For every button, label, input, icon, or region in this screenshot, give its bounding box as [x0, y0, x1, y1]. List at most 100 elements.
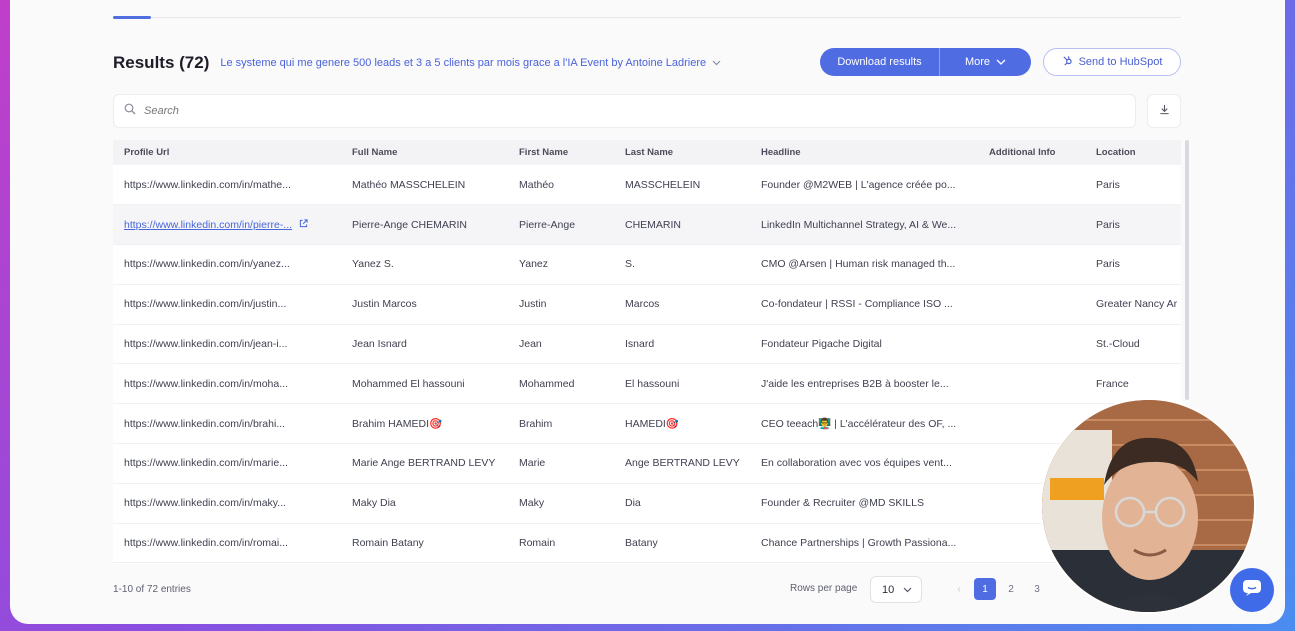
more-button[interactable]: More: [940, 48, 1031, 76]
additional-info-cell: [978, 244, 1085, 285]
full-name-cell: Maky Dia: [341, 483, 508, 524]
chat-launcher-button[interactable]: [1230, 568, 1274, 612]
search-icon: [124, 102, 136, 120]
pagination: ‹ 1 2 3: [948, 578, 1048, 600]
full-name-cell: Romain Batany: [341, 523, 508, 564]
chat-icon: [1242, 579, 1262, 602]
headline-cell: En collaboration avec vos équipes vent..…: [750, 443, 978, 484]
page-title: Results (72): [113, 53, 210, 72]
webcam-image: [1042, 400, 1254, 612]
profile-url-cell[interactable]: https://www.linkedin.com/in/justin...: [113, 284, 341, 325]
first-name-cell: Mohammed: [508, 363, 614, 405]
headline-cell: Founder @M2WEB | L'agence créée po...: [750, 165, 978, 206]
location-cell: Paris: [1085, 165, 1181, 206]
column-header-full-name[interactable]: Full Name: [341, 140, 508, 165]
results-actions: Download results More: [820, 48, 1031, 76]
additional-info-cell: [978, 324, 1085, 365]
page-button-2[interactable]: 2: [1000, 578, 1022, 600]
table-row[interactable]: https://www.linkedin.com/in/pierre-... P…: [113, 204, 1181, 246]
table-scrollbar[interactable]: [1185, 140, 1189, 400]
table-row[interactable]: https://www.linkedin.com/in/brahi... Bra…: [113, 403, 1181, 445]
download-results-button[interactable]: Download results: [820, 48, 940, 76]
headline-cell: Fondateur Pigache Digital: [750, 324, 978, 365]
table-header-row: Profile Url Full Name First Name Last Na…: [113, 140, 1181, 165]
first-name-cell: Justin: [508, 284, 614, 325]
first-name-cell: Jean: [508, 324, 614, 365]
last-name-cell: Batany: [614, 523, 750, 564]
more-label: More: [964, 56, 991, 68]
hubspot-icon: [1062, 55, 1073, 69]
profile-url-cell[interactable]: https://www.linkedin.com/in/marie...: [113, 443, 341, 484]
tabs-divider: [113, 17, 1181, 18]
table-row[interactable]: https://www.linkedin.com/in/moha... Moha…: [113, 363, 1181, 405]
column-header-headline[interactable]: Headline: [750, 140, 978, 165]
last-name-cell: MASSCHELEIN: [614, 165, 750, 206]
hubspot-label: Send to HubSpot: [1078, 56, 1163, 68]
entries-count: 1-10 of 72 entries: [113, 584, 191, 595]
first-name-cell: Romain: [508, 523, 614, 564]
search-bar: [113, 94, 1136, 128]
location-cell: France: [1085, 363, 1181, 405]
location-cell: St.-Cloud: [1085, 324, 1181, 365]
prev-page-button[interactable]: ‹: [948, 578, 970, 600]
chevron-down-icon: [712, 58, 721, 68]
full-name-cell: Jean Isnard: [341, 324, 508, 365]
headline-cell: LinkedIn Multichannel Strategy, AI & We.…: [750, 204, 978, 246]
profile-url-cell[interactable]: https://www.linkedin.com/in/pierre-...: [113, 204, 341, 246]
download-icon: [1159, 102, 1170, 120]
page-button-1[interactable]: 1: [974, 578, 996, 600]
rows-per-page-select[interactable]: 10: [870, 576, 922, 603]
send-to-hubspot-button[interactable]: Send to HubSpot: [1043, 48, 1181, 76]
column-header-profile-url[interactable]: Profile Url: [113, 140, 341, 165]
last-name-cell: Isnard: [614, 324, 750, 365]
column-header-last-name[interactable]: Last Name: [614, 140, 750, 165]
last-name-cell: Marcos: [614, 284, 750, 325]
column-header-location[interactable]: Location: [1085, 140, 1181, 165]
additional-info-cell: [978, 204, 1085, 246]
first-name-cell: Yanez: [508, 244, 614, 285]
search-input[interactable]: [144, 105, 1044, 117]
rows-per-page-label: Rows per page: [790, 583, 858, 594]
table-row[interactable]: https://www.linkedin.com/in/justin... Ju…: [113, 284, 1181, 325]
table-row[interactable]: https://www.linkedin.com/in/yanez... Yan…: [113, 244, 1181, 285]
results-table: Profile Url Full Name First Name Last Na…: [113, 140, 1181, 564]
page-button-3[interactable]: 3: [1026, 578, 1048, 600]
last-name-cell: CHEMARIN: [614, 204, 750, 246]
profile-url-cell[interactable]: https://www.linkedin.com/in/maky...: [113, 483, 341, 524]
table-row[interactable]: https://www.linkedin.com/in/romai... Rom…: [113, 523, 1181, 564]
headline-cell: Chance Partnerships | Growth Passiona...: [750, 523, 978, 564]
search-name-dropdown[interactable]: Le systeme qui me genere 500 leads et 3 …: [220, 57, 721, 69]
column-header-additional-info[interactable]: Additional Info: [978, 140, 1085, 165]
first-name-cell: Mathéo: [508, 165, 614, 206]
table-row[interactable]: https://www.linkedin.com/in/maky... Maky…: [113, 483, 1181, 524]
first-name-cell: Pierre-Ange: [508, 204, 614, 246]
full-name-cell: Yanez S.: [341, 244, 508, 285]
location-cell: Paris: [1085, 244, 1181, 285]
column-header-first-name[interactable]: First Name: [508, 140, 614, 165]
location-cell: Paris: [1085, 204, 1181, 246]
profile-url-cell[interactable]: https://www.linkedin.com/in/mathe...: [113, 165, 341, 206]
profile-url-cell[interactable]: https://www.linkedin.com/in/romai...: [113, 523, 341, 564]
first-name-cell: Brahim: [508, 403, 614, 445]
profile-url-cell[interactable]: https://www.linkedin.com/in/yanez...: [113, 244, 341, 285]
active-tab-indicator: [113, 16, 151, 19]
profile-url-cell[interactable]: https://www.linkedin.com/in/moha...: [113, 363, 341, 405]
additional-info-cell: [978, 284, 1085, 325]
full-name-cell: Justin Marcos: [341, 284, 508, 325]
export-button[interactable]: [1147, 94, 1181, 128]
profile-url-link[interactable]: https://www.linkedin.com/in/pierre-...: [124, 219, 292, 231]
table-row[interactable]: https://www.linkedin.com/in/jean-i... Je…: [113, 324, 1181, 365]
external-link-icon[interactable]: [296, 219, 308, 231]
table-row[interactable]: https://www.linkedin.com/in/mathe... Mat…: [113, 165, 1181, 206]
profile-url-cell[interactable]: https://www.linkedin.com/in/brahi...: [113, 403, 341, 445]
last-name-cell: HAMEDI🎯: [614, 403, 750, 445]
headline-cell: CMO @Arsen | Human risk managed th...: [750, 244, 978, 285]
profile-url-cell[interactable]: https://www.linkedin.com/in/jean-i...: [113, 324, 341, 365]
headline-cell: Founder & Recruiter @MD SKILLS: [750, 483, 978, 524]
table-row[interactable]: https://www.linkedin.com/in/marie... Mar…: [113, 443, 1181, 484]
search-name-label: Le systeme qui me genere 500 leads et 3 …: [220, 57, 707, 69]
location-cell: Greater Nancy Ar: [1085, 284, 1181, 325]
last-name-cell: El hassouni: [614, 363, 750, 405]
additional-info-cell: [978, 363, 1085, 405]
headline-cell: J'aide les entreprises B2B à booster le.…: [750, 363, 978, 405]
